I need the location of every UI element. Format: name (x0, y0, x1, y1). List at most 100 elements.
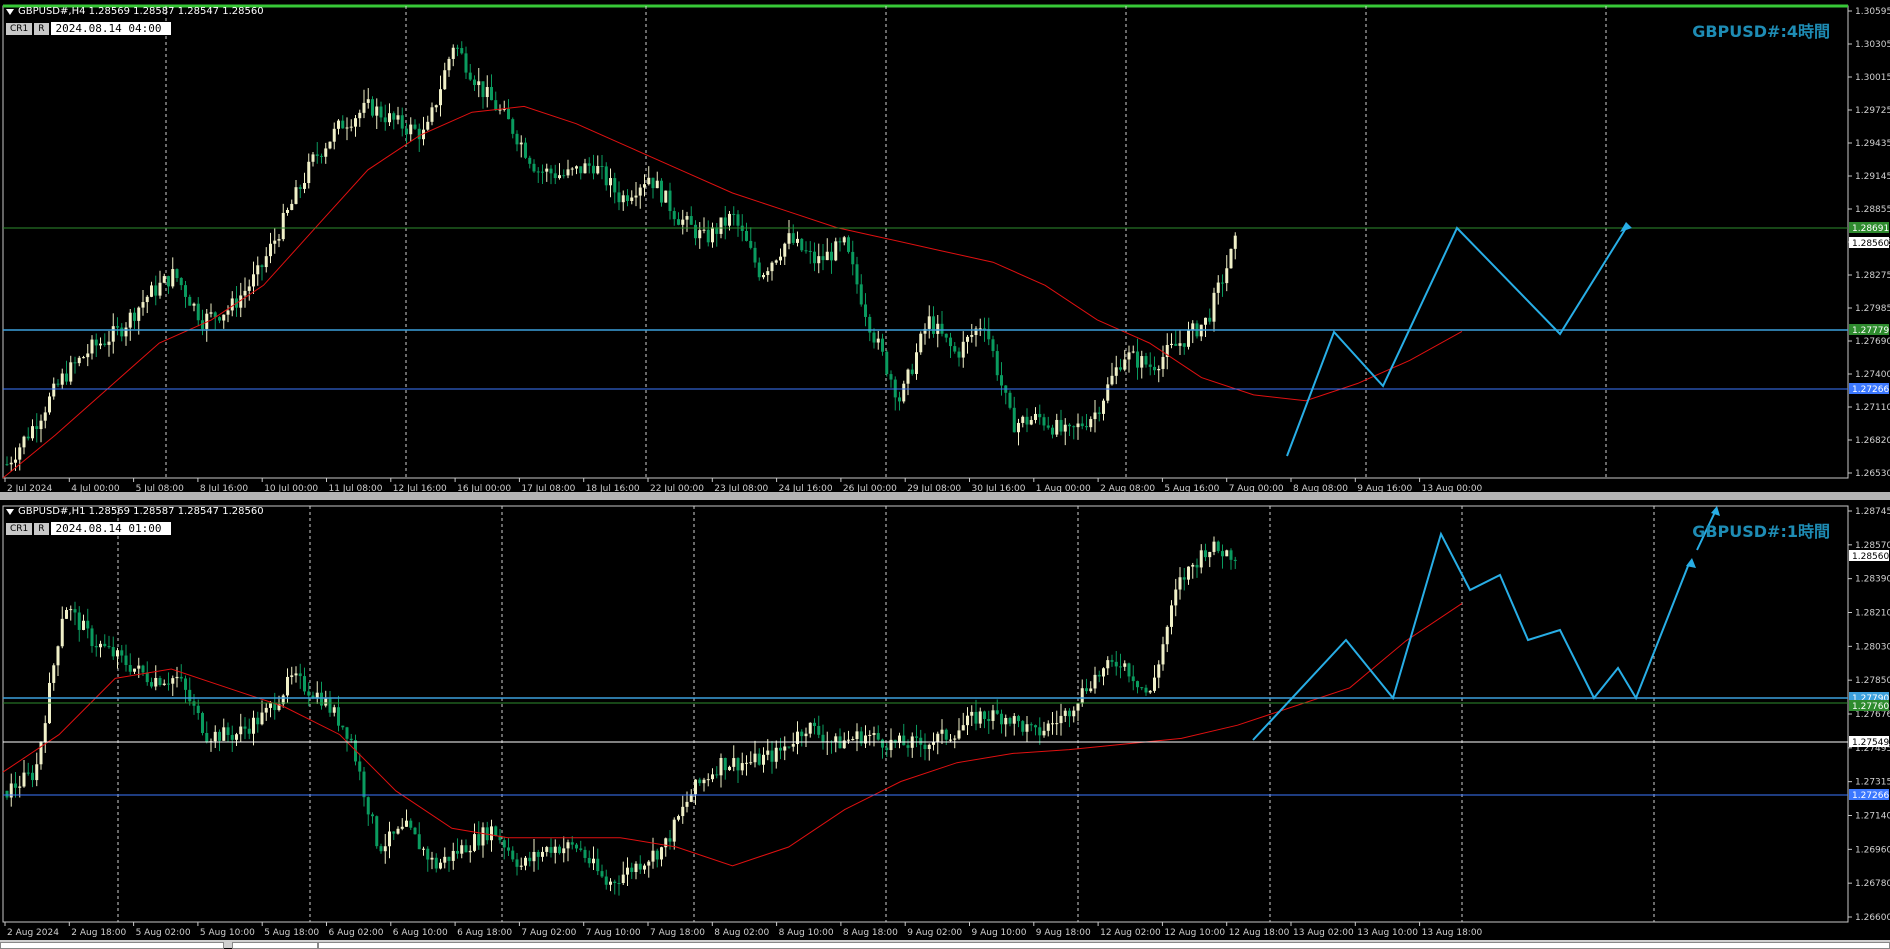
candle-body (1229, 550, 1233, 560)
candle-body (107, 646, 111, 648)
candle-body (910, 369, 914, 374)
candle-body (358, 112, 362, 119)
candle-body (192, 701, 196, 706)
price-tag-label: 1.28560 (1852, 239, 1889, 249)
candle-body (532, 851, 536, 862)
candle-body (1080, 688, 1084, 704)
candle-body (1127, 352, 1131, 360)
h4-chart-canvas[interactable]: 1.30595 1.30305 1.30015 1.29725 1.29435 1.291… (0, 0, 1890, 492)
candle-body (354, 118, 357, 127)
candle-body (813, 722, 816, 726)
trend-projection-line[interactable] (1286, 226, 1627, 457)
cr1-badge[interactable]: CR1 (6, 522, 33, 535)
candle-body (396, 115, 400, 120)
candle-body (536, 851, 540, 857)
candle-body (1102, 668, 1105, 677)
candle-body (579, 848, 583, 850)
candle-body (409, 820, 413, 828)
candle-body (553, 846, 557, 853)
time-axis-label: 13 Aug 02:00 (1293, 928, 1354, 938)
price-tag-label: 1.28560 (1852, 552, 1889, 562)
candle-body (154, 285, 158, 296)
price-axis-label: 1.29435 (1855, 139, 1890, 149)
time-axis-label: 8 Aug 02:00 (714, 928, 769, 938)
candle-body (791, 233, 795, 243)
candle-body (294, 673, 298, 676)
r-badge[interactable]: R (34, 522, 49, 535)
candle-body (337, 120, 340, 129)
chart-panel-h1[interactable]: 1.28745 1.28570 1.28390 1.28210 1.28030 1.278… (0, 500, 1890, 940)
trend-projection-line[interactable] (1252, 531, 1689, 741)
candle-body (417, 834, 421, 850)
candle-body (145, 296, 149, 303)
candle-body (468, 72, 472, 80)
candle-body (711, 227, 714, 243)
candle-body (1153, 677, 1156, 691)
candle-body (898, 397, 901, 402)
collapse-triangle-icon[interactable] (6, 509, 14, 515)
candle-body (358, 761, 362, 772)
candle-body (392, 113, 396, 120)
candle-body (320, 692, 323, 706)
h1-timeframe-label: GBPUSD#:1時間 (1692, 522, 1830, 541)
candle-body (677, 816, 680, 820)
candle-body (286, 676, 289, 696)
candle-body (915, 736, 918, 738)
candle-body (796, 238, 799, 243)
chart-panel-h4[interactable]: 1.30595 1.30305 1.30015 1.29725 1.29435 1.291… (0, 0, 1890, 492)
candle-body (1042, 730, 1046, 736)
h1-chart-canvas[interactable]: 1.28745 1.28570 1.28390 1.28210 1.28030 1.278… (0, 500, 1890, 940)
candle-body (107, 341, 111, 345)
candle-body (1144, 356, 1148, 365)
candle-body (264, 707, 268, 713)
candle-body (553, 173, 557, 179)
time-axis-label: 8 Aug 08:00 (1293, 484, 1348, 492)
candle-body (519, 142, 523, 145)
candle-body (52, 383, 56, 397)
time-axis-label: 7 Aug 18:00 (650, 928, 705, 938)
candle-body (626, 195, 629, 201)
candle-body (379, 106, 383, 118)
candle-body (983, 711, 986, 719)
candle-body (243, 726, 247, 729)
candle-body (1182, 577, 1186, 580)
cr1-badge[interactable]: CR1 (6, 22, 33, 35)
candle-body (188, 689, 192, 702)
candle-body (1225, 268, 1229, 284)
candle-body (434, 105, 438, 108)
candle-body (919, 333, 923, 353)
candle-body (745, 230, 748, 241)
candle-body (1225, 550, 1229, 557)
price-axis-label: 1.27690 (1855, 337, 1890, 347)
candle-body (413, 827, 417, 835)
r-badge[interactable]: R (34, 22, 49, 35)
h1-time-input[interactable]: 2024.08.14 01:00 (50, 522, 171, 535)
candle-body (90, 628, 94, 647)
candle-body (456, 850, 459, 854)
candle-body (728, 766, 731, 771)
price-axis-label: 1.28275 (1855, 271, 1890, 281)
candle-body (634, 195, 638, 198)
candle-body (439, 89, 442, 106)
candle-body (1114, 661, 1118, 667)
candle-body (1148, 364, 1152, 367)
candle-body (1089, 688, 1093, 692)
bottom-tab-strip (0, 940, 1890, 949)
candle-body (443, 70, 447, 90)
candle-body (609, 178, 612, 186)
panel-divider[interactable] (0, 492, 1890, 500)
price-tag-label: 1.27266 (1852, 385, 1889, 395)
candle-body (541, 851, 544, 857)
candle-body (247, 728, 251, 734)
candle-body (932, 742, 935, 745)
price-axis-label: 1.27400 (1855, 370, 1890, 380)
candle-body (1021, 416, 1025, 423)
collapse-triangle-icon[interactable] (6, 9, 14, 15)
h4-time-input[interactable]: 2024.08.14 04:00 (50, 22, 171, 35)
candle-body (375, 816, 379, 847)
candle-body (859, 284, 863, 305)
time-axis-label: 12 Aug 02:00 (1100, 928, 1161, 938)
candle-body (1195, 564, 1199, 568)
candle-body (133, 668, 136, 672)
candle-body (966, 715, 969, 726)
